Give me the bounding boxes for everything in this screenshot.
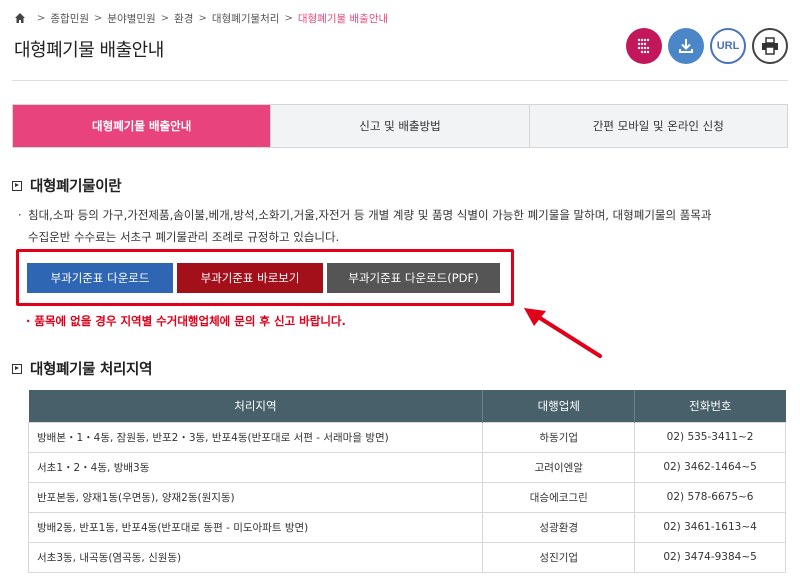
table-row: 반포본동, 양재1동(우면동), 양재2동(원지동) 대승에코그린 02) 57… xyxy=(27,481,786,513)
cell-area: 방배본・1・4동, 잠원동, 반포2・3동, 반포4동(반포대로 서편 - 서래… xyxy=(27,421,484,453)
breadcrumb-item-2[interactable]: 분야별민원 xyxy=(107,11,155,26)
tab-online-apply[interactable]: 간편 모바일 및 온라인 신청 xyxy=(528,105,787,147)
cell-company: 고려이엔알 xyxy=(482,451,636,483)
table-row: 방배2동, 반포1동, 반포4동(반포대로 동편 - 미도아파트 방면) 성광환… xyxy=(27,511,786,543)
fee-table-download-button[interactable]: 부과기준표 다운로드 xyxy=(27,263,173,293)
download-button[interactable] xyxy=(668,28,704,64)
sign-language-button[interactable] xyxy=(626,28,662,64)
definition-description: · 침대,소파 등의 가구,가전제품,솜이불,베개,방석,소화기,거울,자전거 … xyxy=(18,204,788,248)
cell-area: 반포본동, 양재1동(우면동), 양재2동(원지동) xyxy=(27,481,484,513)
title-divider xyxy=(12,80,788,81)
cell-company: 성진기업 xyxy=(482,541,636,573)
page-title: 대형폐기물 배출안내 xyxy=(14,40,164,61)
breadcrumb-item-4[interactable]: 대형폐기물처리 xyxy=(212,11,280,26)
square-arrow-icon xyxy=(12,180,22,191)
cell-company: 성광환경 xyxy=(482,511,636,543)
cell-company: 대승에코그린 xyxy=(482,481,636,513)
cell-phone: 02) 3462-1464~5 xyxy=(634,451,786,483)
section-heading-text: 대형폐기물 처리지역 xyxy=(30,362,153,378)
cell-area: 서초3동, 내곡동(염곡동, 신원동) xyxy=(27,541,484,573)
table-row: 서초1・2・4동, 방배3동 고려이엔알 02) 3462-1464~5 xyxy=(27,451,786,483)
cell-area: 서초1・2・4동, 방배3동 xyxy=(27,451,484,483)
chevron-right-icon: > xyxy=(37,12,46,24)
cell-area: 방배2동, 반포1동, 반포4동(반포대로 동편 - 미도아파트 방면) xyxy=(27,511,484,543)
content-tabs: 대형폐기물 배출안내 신고 및 배출방법 간편 모바일 및 온라인 신청 xyxy=(12,104,788,148)
sign-language-icon xyxy=(637,38,650,54)
description-line-2: 수집운반 수수료는 서초구 폐기물관리 조례로 규정하고 있습니다. xyxy=(28,230,340,244)
page-actions: URL xyxy=(626,28,788,64)
fee-table-pdf-download-button[interactable]: 부과기준표 다운로드(PDF) xyxy=(327,263,500,293)
breadcrumb: > 종합민원 > 분야별민원 > 환경 > 대형폐기물처리 > 대형폐기물 배출… xyxy=(14,9,388,27)
section-heading-text: 대형폐기물이란 xyxy=(30,179,122,195)
annotation-arrow-icon xyxy=(524,308,602,358)
chevron-right-icon: > xyxy=(198,12,207,24)
printer-icon xyxy=(762,37,778,55)
header-area: 처리지역 xyxy=(28,390,483,422)
url-copy-button[interactable]: URL xyxy=(710,28,746,64)
bullet-dot: · xyxy=(18,208,22,222)
cell-phone: 02) 535-3411~2 xyxy=(634,421,786,453)
fee-table-view-button[interactable]: 부과기준표 바로보기 xyxy=(177,263,323,293)
url-label: URL xyxy=(716,40,740,52)
home-icon[interactable] xyxy=(14,12,26,24)
region-table: 처리지역 대행업체 전화번호 방배본・1・4동, 잠원동, 반포2・3동, 반포… xyxy=(27,390,786,573)
tab-report-method[interactable]: 신고 및 배출방법 xyxy=(270,105,529,147)
table-header-row: 처리지역 대행업체 전화번호 xyxy=(28,390,786,422)
description-line-1: 침대,소파 등의 가구,가전제품,솜이불,베개,방석,소화기,거울,자전거 등 … xyxy=(28,208,712,222)
section-heading-definition: 대형폐기물이란 xyxy=(12,175,122,196)
notice-text: · 품목에 없을 경우 지역별 수거대행업체에 문의 후 신고 바랍니다. xyxy=(26,314,346,328)
cell-phone: 02) 3461-1613~4 xyxy=(634,511,786,543)
section-heading-region: 대형폐기물 처리지역 xyxy=(12,358,152,379)
header-company: 대행업체 xyxy=(482,390,635,422)
tab-disposal-guide[interactable]: 대형폐기물 배출안내 xyxy=(13,105,271,147)
chevron-right-icon: > xyxy=(94,12,103,24)
chevron-right-icon: > xyxy=(284,12,293,24)
square-arrow-icon xyxy=(12,363,22,374)
header-phone: 전화번호 xyxy=(634,390,786,422)
table-row: 방배본・1・4동, 잠원동, 반포2・3동, 반포4동(반포대로 서편 - 서래… xyxy=(27,421,786,453)
table-row: 서초3동, 내곡동(염곡동, 신원동) 성진기업 02) 3474-9384~5 xyxy=(27,541,786,573)
breadcrumb-item-1[interactable]: 종합민원 xyxy=(50,11,89,26)
chevron-right-icon: > xyxy=(160,12,170,24)
breadcrumb-current: 대형폐기물 배출안내 xyxy=(297,12,389,25)
cell-company: 하동기업 xyxy=(482,421,636,453)
download-icon xyxy=(679,39,693,53)
cell-phone: 02) 578-6675~6 xyxy=(634,481,786,513)
print-button[interactable] xyxy=(752,28,788,64)
breadcrumb-item-3[interactable]: 환경 xyxy=(174,11,193,26)
cell-phone: 02) 3474-9384~5 xyxy=(634,541,786,573)
